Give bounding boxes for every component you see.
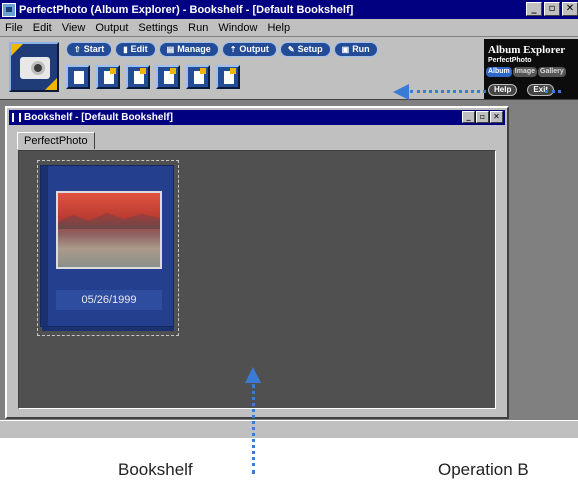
bookshelf-maximize-button[interactable]: ▫ [476, 111, 489, 123]
operation-arrow-icon [393, 84, 409, 100]
manage-icon: ▤ [166, 45, 175, 54]
tab-perfectphoto[interactable]: PerfectPhoto [17, 132, 95, 149]
manage-mode-button[interactable]: ▤ Manage [158, 42, 219, 57]
grid-view-button[interactable] [216, 65, 240, 89]
close-button[interactable]: ✕ [562, 2, 578, 16]
run-mode-button[interactable]: ▣ Run [333, 42, 378, 57]
setup-mode-button[interactable]: ✎ Setup [279, 42, 331, 57]
window-controls: _ ▫ ✕ [526, 2, 578, 16]
edit-mode-button[interactable]: ▮ Edit [115, 42, 156, 57]
camera-import-button[interactable] [186, 65, 210, 89]
menu-output[interactable]: Output [90, 22, 133, 34]
setup-icon: ✎ [287, 45, 295, 54]
open-album-button[interactable] [96, 65, 120, 89]
restore-button[interactable]: ▫ [544, 2, 560, 16]
brand-sub: PerfectPhoto [488, 57, 532, 64]
brand-name: Album Explorer [488, 44, 566, 56]
edit-icon: ▮ [123, 45, 128, 54]
bookshelf-icon[interactable] [12, 113, 21, 122]
tool-buttons [66, 65, 240, 89]
album-photo [56, 191, 162, 269]
menu-file[interactable]: File [0, 22, 28, 34]
app-window: PerfectPhoto (Album Explorer) - Bookshel… [0, 0, 578, 438]
bookshelf-minimize-button[interactable]: _ [462, 111, 475, 123]
bookshelf-controls: _ ▫ ✕ [462, 111, 503, 123]
album-date: 05/26/1999 [56, 290, 162, 310]
camera-icon[interactable] [9, 42, 59, 92]
operation-leader-line [410, 90, 486, 93]
output-mode-button[interactable]: ⇡ Output [221, 42, 277, 57]
run-icon: ▣ [341, 45, 350, 54]
folder-button[interactable] [156, 65, 180, 89]
bookshelf-leader-line [252, 384, 255, 474]
new-page-button[interactable] [126, 65, 150, 89]
operation-panel: Album Explorer PerfectPhoto Album Image … [484, 39, 578, 99]
start-mode-button[interactable]: ⇧ Start [66, 42, 113, 57]
menu-help[interactable]: Help [262, 22, 295, 34]
menu-view[interactable]: View [57, 22, 91, 34]
tab-gallery[interactable]: Gallery [538, 67, 566, 77]
menu-window[interactable]: Window [213, 22, 262, 34]
bookshelf-tabs: PerfectPhoto [17, 130, 95, 149]
output-icon: ⇡ [229, 45, 237, 54]
start-icon: ⇧ [74, 45, 81, 54]
new-album-button[interactable] [66, 65, 90, 89]
menu-settings[interactable]: Settings [133, 22, 183, 34]
bookshelf-title-bar: Bookshelf - [Default Bookshelf] _ ▫ ✕ [9, 110, 505, 125]
album-item[interactable]: 05/26/1999 [37, 160, 179, 336]
bookshelf-close-button[interactable]: ✕ [490, 111, 503, 123]
title-bar: PerfectPhoto (Album Explorer) - Bookshel… [0, 0, 578, 19]
tab-image[interactable]: Image [512, 67, 538, 77]
help-button[interactable]: Help [488, 84, 518, 96]
mode-buttons: ⇧ Start ▮ Edit ▤ Manage ⇡ Output ✎ Setup ▣ Run [66, 42, 378, 57]
operation-caption: Operation B [438, 460, 529, 479]
status-bar [0, 420, 578, 438]
bookshelf-arrow-icon [245, 367, 261, 383]
operation-leader-line-2 [545, 90, 561, 93]
minimize-button[interactable]: _ [526, 2, 542, 16]
menu-run[interactable]: Run [183, 22, 213, 34]
explorer-tabs: Album Image Gallery [486, 67, 566, 77]
album-cover: 05/26/1999 [40, 165, 174, 327]
bookshelf-caption: Bookshelf [118, 460, 193, 479]
menu-edit[interactable]: Edit [28, 22, 57, 34]
bookshelf-title: Bookshelf - [Default Bookshelf] [24, 111, 173, 123]
app-icon[interactable] [2, 2, 16, 17]
tab-album[interactable]: Album [486, 67, 512, 77]
window-title: PerfectPhoto (Album Explorer) - Bookshel… [19, 3, 354, 16]
menu-bar: File Edit View Output Settings Run Windo… [0, 19, 578, 37]
